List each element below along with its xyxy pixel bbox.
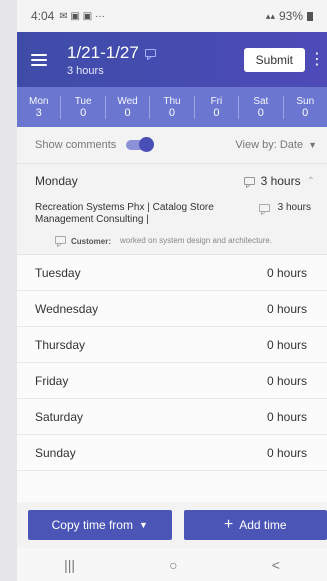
time-entry[interactable]: Recreation Systems Phx | Catalog Store M… (17, 198, 327, 226)
day-row-sunday[interactable]: Sunday 0 hours (17, 435, 327, 471)
day-label: Sunday (35, 445, 76, 460)
copy-time-label: Copy time from (51, 518, 133, 532)
day-hours: 0 hours (266, 337, 307, 352)
day-hours: 0 hours (266, 301, 307, 316)
add-time-label: Add time (239, 518, 287, 532)
view-by-dropdown[interactable]: View by: Date ▼ (235, 139, 317, 151)
day-tab-mon[interactable]: Mon 3 (17, 95, 62, 119)
caret-down-icon: ▼ (138, 520, 148, 530)
day-label: Monday (35, 174, 78, 188)
day-tab-sat[interactable]: Sat 0 (239, 95, 284, 119)
week-total-hours: 3 hours (67, 64, 104, 77)
day-row-thursday[interactable]: Thursday 0 hours (17, 327, 327, 363)
week-days-bar: Mon 3 Tue 0 Wed 0 Thu 0 Fri 0 Sat 0 Sun 0 (17, 87, 327, 127)
day-hours: 0 hours (266, 409, 307, 424)
view-by-label: View by: Date (235, 139, 304, 151)
more-options-icon[interactable]: ⋮ (309, 49, 325, 69)
entry-project: Recreation Systems Phx | Catalog Store M… (35, 202, 214, 225)
show-comments-toggle[interactable] (126, 137, 155, 152)
day-hours: 0 hours (266, 265, 307, 280)
comment-icon[interactable] (243, 177, 255, 185)
day-row-wednesday[interactable]: Wednesday 0 hours (17, 291, 327, 327)
day-hours: 0 hours (266, 445, 307, 460)
monday-header[interactable]: Monday 3 hours ⌃ (17, 164, 327, 198)
entry-hours: 3 hours (277, 202, 311, 213)
entry-comment: Customer: worked on system design and ar… (17, 226, 327, 246)
day-label: Friday (35, 373, 69, 388)
submit-button[interactable]: Submit (243, 47, 305, 72)
options-row: Show comments View by: Date ▼ (17, 127, 327, 164)
day-row-saturday[interactable]: Saturday 0 hours (17, 399, 327, 435)
notification-icons: ✉ ▣ ▣ ··· (59, 10, 105, 22)
comment-icon[interactable] (144, 48, 156, 57)
day-tab-wed[interactable]: Wed 0 (106, 95, 151, 119)
day-row-friday[interactable]: Friday 0 hours (17, 363, 327, 399)
day-row-tuesday[interactable]: Tuesday 0 hours (17, 255, 327, 291)
home-icon[interactable]: ○ (169, 557, 177, 573)
day-label: Wednesday (35, 301, 99, 316)
phone-screen: 4:04 ✉ ▣ ▣ ··· ▴▴ 93% 1/21-1/27 3 hours … (17, 0, 327, 581)
show-comments-label: Show comments (35, 139, 117, 151)
copy-time-from-button[interactable]: Copy time from ▼ (28, 510, 172, 540)
app-header: 1/21-1/27 3 hours Submit ⋮ (17, 32, 327, 87)
battery-icon (307, 11, 313, 21)
week-range-title: 1/21-1/27 (67, 42, 139, 62)
day-tab-tue[interactable]: Tue 0 (61, 95, 106, 119)
signal-icon: ▴▴ (265, 10, 275, 21)
android-nav-bar: ||| ○ < (17, 548, 327, 581)
day-section-monday: Monday 3 hours ⌃ Recreation Systems Phx … (17, 164, 327, 255)
plus-icon: + (223, 516, 234, 533)
add-time-button[interactable]: + Add time (183, 510, 327, 540)
recents-icon[interactable]: ||| (64, 557, 75, 573)
day-tab-thu[interactable]: Thu 0 (150, 95, 195, 119)
caret-down-icon: ▼ (308, 140, 317, 150)
action-bar: Copy time from ▼ + Add time (17, 502, 327, 548)
comment-icon[interactable] (258, 204, 270, 212)
day-tab-fri[interactable]: Fri 0 (195, 95, 240, 119)
day-hours: 0 hours (266, 373, 307, 388)
day-label: Saturday (35, 409, 84, 424)
status-bar: 4:04 ✉ ▣ ▣ ··· ▴▴ 93% (17, 0, 327, 32)
day-hours: 3 hours (260, 174, 301, 188)
comment-icon (55, 236, 66, 244)
battery-level: 93% (278, 9, 303, 23)
chevron-up-icon[interactable]: ⌃ (307, 176, 315, 187)
comment-text: worked on system design and architecture… (120, 236, 273, 245)
status-time: 4:04 (31, 9, 55, 23)
comment-label: Customer: (71, 237, 112, 246)
back-icon[interactable]: < (272, 557, 280, 573)
menu-icon[interactable] (31, 53, 47, 66)
day-label: Tuesday (35, 265, 81, 280)
day-tab-sun[interactable]: Sun 0 (284, 96, 327, 119)
day-label: Thursday (35, 337, 86, 352)
